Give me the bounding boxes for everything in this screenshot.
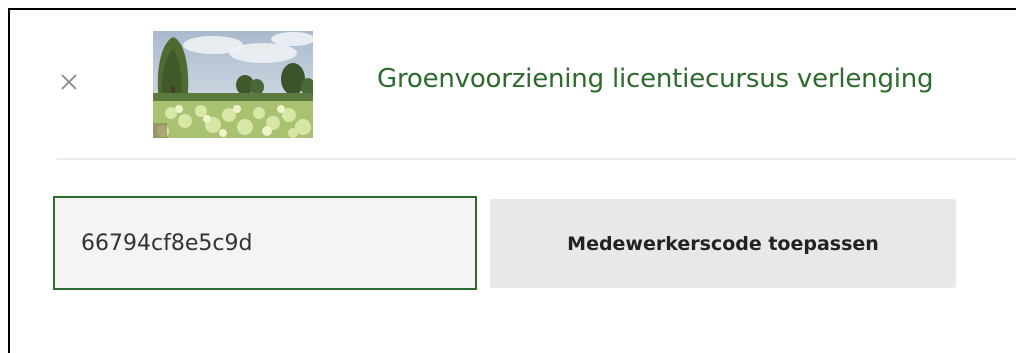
- remove-item-button[interactable]: [57, 70, 81, 94]
- garden-photo: [153, 31, 313, 138]
- product-thumbnail[interactable]: [153, 31, 313, 138]
- row-divider: [57, 158, 1016, 160]
- employee-code-input[interactable]: [53, 196, 477, 290]
- apply-employee-code-button[interactable]: Medewerkerscode toepassen: [490, 199, 956, 288]
- cart-panel: Groenvoorziening licentiecursus verlengi…: [8, 8, 1016, 353]
- product-title[interactable]: Groenvoorziening licentiecursus verlengi…: [377, 64, 934, 94]
- cart-item-row: Groenvoorziening licentiecursus verlengi…: [10, 10, 1016, 160]
- close-icon: [61, 74, 77, 90]
